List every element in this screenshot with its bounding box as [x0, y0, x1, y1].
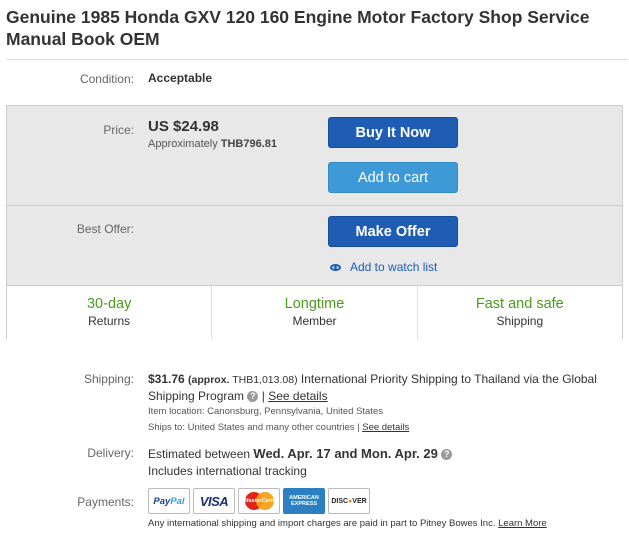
panel-divider — [7, 205, 622, 206]
item-title: Genuine 1985 Honda GXV 120 160 Engine Mo… — [6, 7, 590, 49]
feature-shipping-title: Fast and safe — [475, 296, 564, 312]
eye-icon — [330, 263, 341, 271]
paypal-logo-icon: Pay Pal — [148, 488, 190, 514]
shipping-approx-prefix: (approx. — [188, 374, 230, 386]
mastercard-logo-icon: MasterCard — [238, 488, 280, 514]
buy-it-now-button[interactable]: Buy It Now — [328, 117, 458, 148]
delivery-prefix: Estimated between — [148, 447, 251, 461]
help-icon[interactable]: ? — [247, 391, 259, 403]
visa-logo-icon: VISA — [193, 488, 235, 514]
feature-strip: 30-day Returns Longtime Member Fast and … — [7, 285, 622, 339]
payments-footnote: Any international shipping and import ch… — [148, 518, 547, 529]
feature-member-title: Longtime — [284, 296, 345, 312]
best-offer-label: Best Offer: — [76, 222, 134, 236]
price-approx: Approximately THB796.81 — [148, 138, 277, 150]
payments-label: Payments: — [77, 495, 134, 509]
condition-value: Acceptable — [148, 71, 213, 85]
delivery-help-icon[interactable]: ? — [441, 449, 453, 461]
ships-to-see-details-link[interactable]: See details — [362, 422, 409, 433]
price-approx-prefix: Approximately — [148, 138, 218, 150]
shipping-label: Shipping: — [83, 372, 134, 386]
ships-to-text: Ships to: United States and many other c… — [148, 422, 360, 433]
payment-logos: Pay Pal VISA MasterCard AMERICAN EXPRESS D… — [148, 488, 370, 514]
shipping-details: $31.76 (approx. THB1,013.08) Internation… — [148, 372, 597, 403]
see-details-link[interactable]: See details — [268, 389, 327, 403]
watch-list-label: Add to watch list — [350, 260, 438, 274]
delivery-dates: Wed. Apr. 17 and Mon. Apr. 29 — [253, 446, 438, 461]
feature-returns-sub: Returns — [88, 314, 131, 328]
delivery-tracking: Includes international tracking — [148, 464, 307, 478]
item-location: Item location: Canonsburg, Pennsylvania,… — [148, 406, 383, 417]
shipping-approx: (approx. THB1,013.08) — [188, 374, 298, 386]
footnote-text: Any international shipping and import ch… — [148, 518, 496, 529]
price-approx-value: THB796.81 — [220, 138, 278, 150]
make-offer-button[interactable]: Make Offer — [328, 216, 458, 247]
add-to-watch-list-link[interactable]: Add to watch list — [330, 260, 437, 274]
divider — [6, 59, 627, 60]
condition-label: Condition: — [79, 72, 134, 86]
feature-returns-title: 30-day — [86, 296, 132, 312]
price-value: US $24.98 — [148, 118, 219, 135]
discover-logo-icon: DISC ● VER — [328, 488, 370, 514]
feature-returns: 30-day Returns — [7, 286, 211, 339]
feature-shipping-sub: Shipping — [496, 314, 544, 328]
shipping-service: International Priority Shipping to Thail… — [300, 372, 521, 386]
shipping-cost: $31.76 — [148, 372, 185, 386]
price-label: Price: — [103, 123, 134, 137]
feature-member-sub: Member — [292, 314, 337, 328]
delivery-label: Delivery: — [87, 446, 134, 460]
shipping-approx-value: THB1,013.08) — [232, 374, 298, 386]
add-to-cart-button[interactable]: Add to cart — [328, 162, 458, 193]
delivery-details: Estimated between Wed. Apr. 17 and Mon. … — [148, 445, 453, 480]
ships-to: Ships to: United States and many other c… — [148, 422, 409, 433]
amex-logo-icon: AMERICAN EXPRESS — [283, 488, 325, 514]
feature-shipping: Fast and safe Shipping — [416, 286, 622, 339]
feature-member: Longtime Member — [211, 286, 416, 339]
learn-more-link[interactable]: Learn More — [498, 518, 547, 529]
